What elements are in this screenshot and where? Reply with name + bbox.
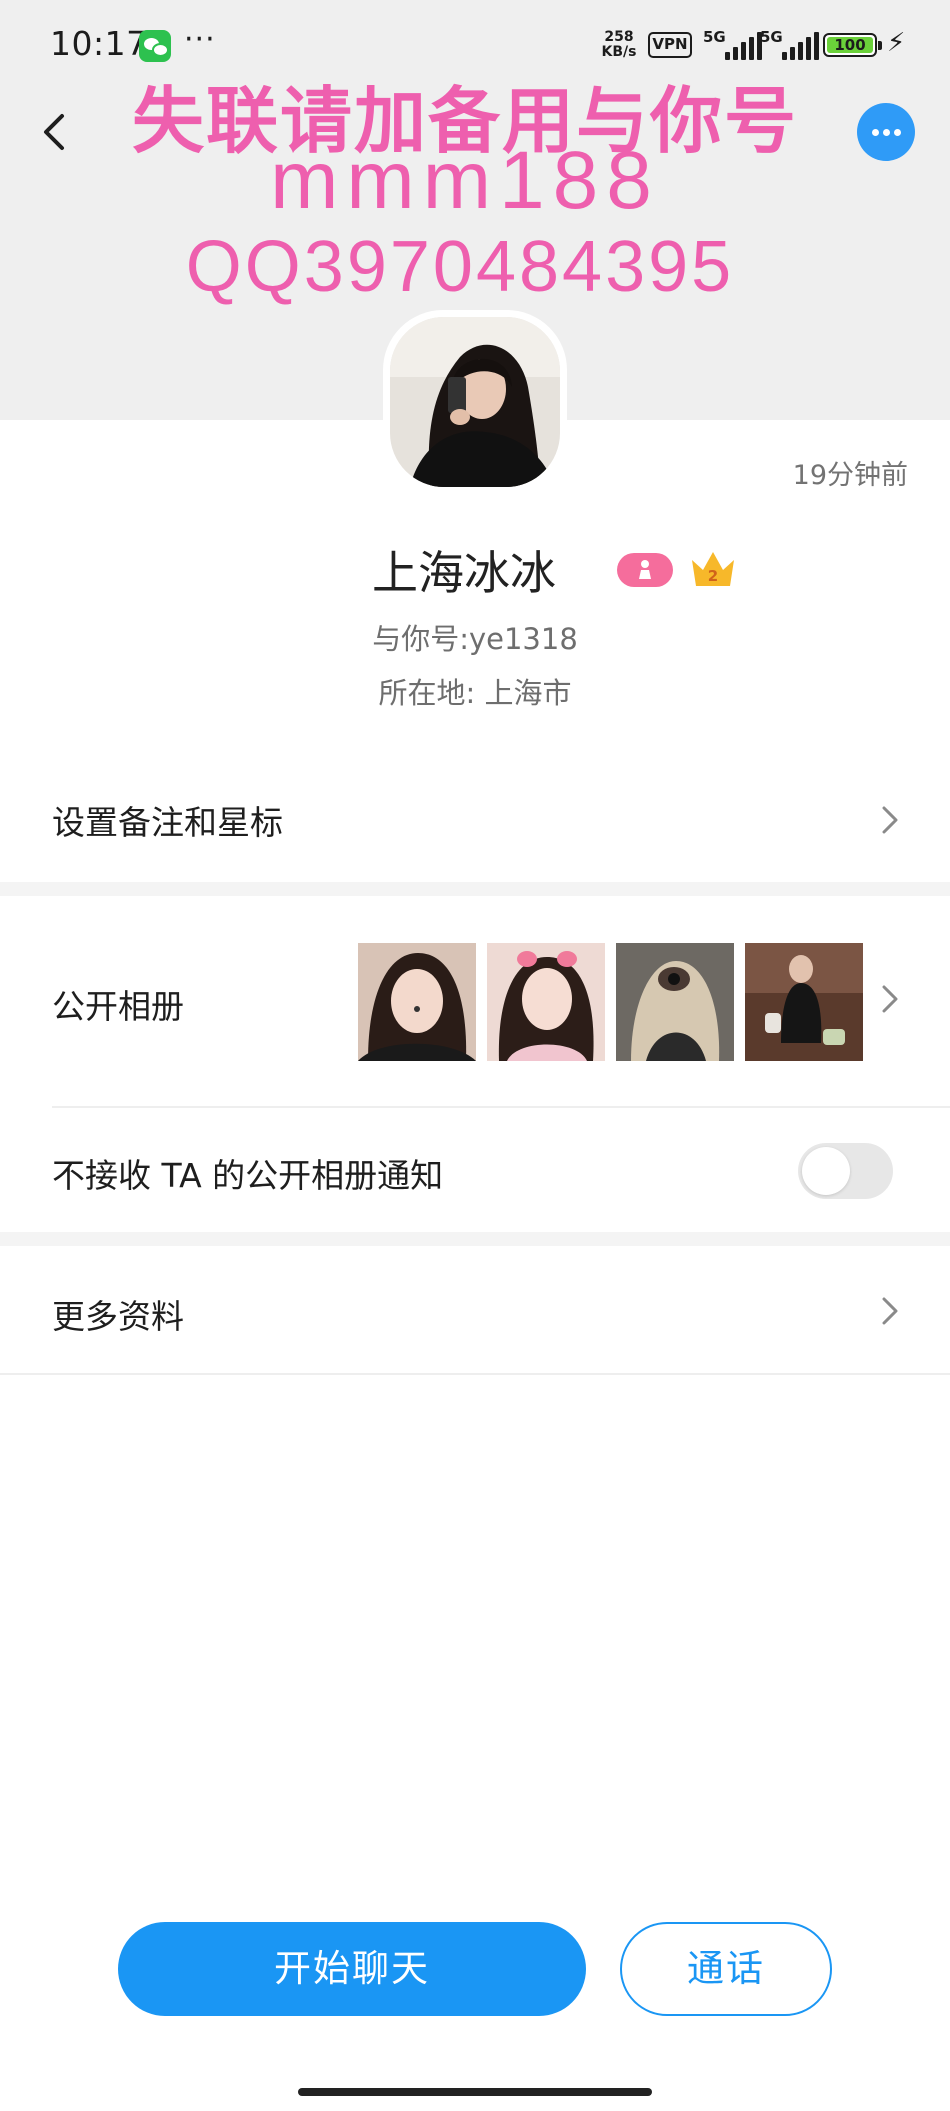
notification-more-icon: ···	[184, 22, 216, 57]
nickname: 上海冰冰	[372, 546, 556, 600]
remark-star-label: 设置备注和星标	[52, 803, 283, 842]
home-indicator[interactable]	[298, 2088, 652, 2096]
section-divider	[0, 882, 950, 896]
album-thumbnail[interactable]	[745, 943, 863, 1061]
location: 所在地: 上海市	[378, 676, 572, 710]
more-options-button[interactable]	[857, 103, 915, 161]
album-notify-toggle[interactable]	[798, 1143, 893, 1199]
crown-icon: 2	[688, 548, 738, 590]
battery-icon: 100	[823, 33, 882, 57]
call-button[interactable]: 通话	[620, 1922, 832, 2016]
status-time: 10:17	[50, 24, 148, 63]
network-speed-value: 258	[604, 29, 634, 45]
profile-page: 10:17 ··· 258 KB/s VPN 5G 5G 100 ⚡︎ 失联请加…	[0, 0, 950, 2111]
chevron-right-icon	[882, 806, 898, 834]
charging-bolt-icon: ⚡︎	[887, 28, 906, 58]
level-badge-number: 2	[708, 567, 718, 585]
chevron-right-icon	[882, 985, 898, 1013]
toggle-knob	[802, 1147, 850, 1195]
public-album-label: 公开相册	[52, 987, 184, 1026]
wechat-icon	[139, 30, 171, 62]
signal-2-icon: 5G	[760, 28, 830, 60]
ellipsis-icon	[872, 129, 879, 136]
watermark-line-3: QQ3970484395	[185, 227, 735, 307]
row-divider	[0, 1373, 950, 1375]
more-info-row[interactable]: 更多资料	[0, 1246, 950, 1372]
album-thumbnail[interactable]	[358, 943, 476, 1061]
vpn-badge: VPN	[648, 32, 692, 58]
remark-star-row[interactable]: 设置备注和星标	[0, 765, 950, 880]
section-divider	[0, 1232, 950, 1246]
network-speed: 258 KB/s	[595, 30, 643, 60]
chevron-left-icon	[44, 114, 64, 150]
more-info-label: 更多资料	[52, 1297, 184, 1336]
watermark-line-2: mmm188	[270, 135, 660, 226]
account-id: 与你号:ye1318	[372, 622, 578, 656]
album-thumbnail[interactable]	[616, 943, 734, 1061]
signal-1-label: 5G	[703, 28, 726, 46]
album-thumbnail[interactable]	[487, 943, 605, 1061]
start-chat-button[interactable]: 开始聊天	[118, 1922, 586, 2016]
last-seen-time: 19分钟前	[792, 460, 908, 491]
avatar-photo	[390, 317, 560, 487]
back-button[interactable]	[28, 104, 80, 160]
network-speed-unit: KB/s	[601, 44, 637, 60]
battery-level: 100	[827, 37, 873, 53]
female-icon	[617, 553, 673, 587]
chevron-right-icon	[882, 1297, 898, 1325]
album-notify-label: 不接收 TA 的公开相册通知	[52, 1156, 444, 1195]
signal-2-label: 5G	[760, 28, 783, 46]
avatar[interactable]	[383, 310, 567, 494]
